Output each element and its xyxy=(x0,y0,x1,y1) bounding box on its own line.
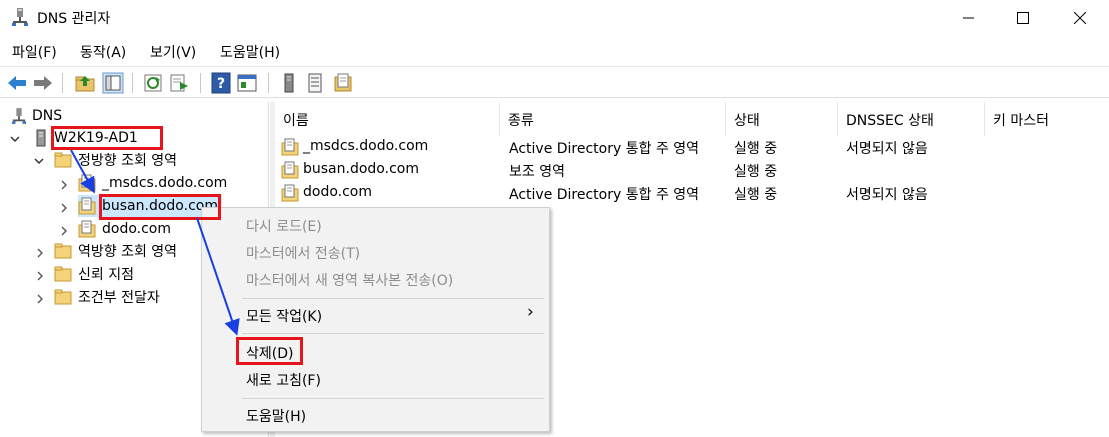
server-icon[interactable] xyxy=(278,72,300,94)
cell-dnssec: 서명되지 않음 xyxy=(846,141,928,157)
menu-item-reload[interactable]: 다시 로드(E) xyxy=(246,216,322,236)
menu-item-help[interactable]: 도움말(H) xyxy=(246,406,306,426)
menu-separator xyxy=(242,333,544,334)
tree-item-dns[interactable]: DNS xyxy=(12,105,62,127)
dns-icon xyxy=(12,108,26,124)
tree-item-zone[interactable]: dodo.com xyxy=(78,218,171,240)
table-row[interactable]: _msdcs.dodo.com Active Directory 통합 주 영역… xyxy=(275,136,1109,159)
table-row[interactable]: dodo.com Active Directory 통합 주 영역 실행 중 서… xyxy=(275,182,1109,205)
minimize-button[interactable] xyxy=(946,0,992,36)
zone-icon xyxy=(78,197,96,215)
chevron-right-icon[interactable] xyxy=(58,202,70,214)
window-title: DNS 관리자 xyxy=(37,11,111,27)
tree-label: _msdcs.dodo.com xyxy=(102,175,228,191)
cell-type: 보조 영역 xyxy=(509,164,565,180)
zone-icon xyxy=(281,184,299,202)
cell-status: 실행 중 xyxy=(734,164,778,180)
minimize-icon xyxy=(963,17,974,19)
chevron-right-icon[interactable] xyxy=(58,225,70,237)
refresh-icon[interactable] xyxy=(142,72,164,94)
folder-icon xyxy=(54,266,72,282)
svg-text:?: ? xyxy=(217,76,225,92)
toolbar-separator xyxy=(200,73,201,93)
close-icon xyxy=(1074,12,1086,24)
show-hide-tree-icon[interactable] xyxy=(102,72,124,94)
zone-icon xyxy=(78,174,96,192)
tree-item-reverse-lookup-zones[interactable]: 역방향 조회 영역 xyxy=(54,240,177,262)
cell-dnssec: 서명되지 않음 xyxy=(846,187,928,203)
tree-item-zone[interactable]: _msdcs.dodo.com xyxy=(78,172,227,194)
zone-icon xyxy=(281,161,299,179)
toolbar-separator xyxy=(132,73,133,93)
tree-label: DNS xyxy=(32,108,63,124)
tree-item-forward-lookup-zones[interactable]: 정방향 조회 영역 xyxy=(54,149,177,171)
cell-name: busan.dodo.com xyxy=(303,161,419,177)
chevron-right-icon[interactable] xyxy=(58,179,70,191)
chevron-down-icon[interactable] xyxy=(9,133,21,145)
help-icon[interactable]: ? xyxy=(210,72,232,94)
menu-file[interactable]: 파일(F) xyxy=(12,42,57,62)
menu-help[interactable]: 도움말(H) xyxy=(220,42,280,62)
table-row[interactable]: busan.dodo.com 보조 영역 실행 중 xyxy=(275,159,1109,182)
tree-label: dodo.com xyxy=(102,221,172,237)
maximize-icon xyxy=(1017,12,1029,24)
chevron-right-icon[interactable] xyxy=(34,247,46,259)
menu-item-all-tasks[interactable]: 모든 작업(K) xyxy=(246,306,322,326)
title-bar: DNS 관리자 xyxy=(0,0,1109,36)
forward-arrow-icon[interactable] xyxy=(32,72,54,94)
menu-item-transfer-new-copy[interactable]: 마스터에서 새 영역 복사본 전송(O) xyxy=(246,270,453,290)
tree-label: 신뢰 지점 xyxy=(78,267,134,283)
chevron-down-icon[interactable] xyxy=(33,155,45,167)
cell-name: _msdcs.dodo.com xyxy=(303,138,429,154)
up-folder-icon[interactable] xyxy=(74,72,96,94)
menu-item-transfer-from-master[interactable]: 마스터에서 전송(T) xyxy=(246,243,360,263)
menu-separator xyxy=(242,398,544,399)
submenu-arrow-icon: › xyxy=(527,302,534,322)
highlight-box-delete xyxy=(236,337,303,365)
properties-icon[interactable] xyxy=(236,72,258,94)
tree-item-trust-points[interactable]: 신뢰 지점 xyxy=(54,263,134,285)
server-icon xyxy=(36,129,46,147)
close-button[interactable] xyxy=(1057,0,1103,36)
column-header-dnssec[interactable]: DNSSEC 상태 xyxy=(838,102,985,136)
context-menu: 다시 로드(E) 마스터에서 전송(T) 마스터에서 새 영역 복사본 전송(O… xyxy=(201,207,550,432)
toolbar-separator xyxy=(268,73,269,93)
tree-item-conditional-forwarders[interactable]: 조건부 전달자 xyxy=(54,286,160,308)
zone-icon[interactable] xyxy=(332,72,354,94)
folder-icon xyxy=(54,152,72,168)
menu-separator xyxy=(242,298,544,299)
tree-label: 조건부 전달자 xyxy=(78,290,160,306)
dns-manager-icon xyxy=(12,8,28,26)
highlight-box-server xyxy=(51,126,163,150)
cell-type: Active Directory 통합 주 영역 xyxy=(509,141,700,157)
folder-icon xyxy=(54,243,72,259)
toolbar: ? xyxy=(0,66,1109,98)
export-list-icon[interactable] xyxy=(168,72,190,94)
chevron-right-icon[interactable] xyxy=(34,270,46,282)
menu-view[interactable]: 보기(V) xyxy=(150,42,196,62)
zone-icon xyxy=(281,138,299,156)
menu-action[interactable]: 동작(A) xyxy=(80,42,126,62)
highlight-box-zone xyxy=(99,194,221,220)
menu-item-refresh[interactable]: 새로 고침(F) xyxy=(246,370,321,390)
column-header-type[interactable]: 종류 xyxy=(500,102,726,136)
list-icon[interactable] xyxy=(304,72,326,94)
cell-status: 실행 중 xyxy=(734,187,778,203)
column-header-name[interactable]: 이름 xyxy=(275,102,500,136)
back-arrow-icon[interactable] xyxy=(6,72,28,94)
cell-name: dodo.com xyxy=(303,184,373,200)
tree-label: 정방향 조회 영역 xyxy=(78,153,178,169)
folder-icon xyxy=(54,289,72,305)
cell-status: 실행 중 xyxy=(734,141,778,157)
toolbar-separator xyxy=(62,73,63,93)
menu-bar: 파일(F) 동작(A) 보기(V) 도움말(H) xyxy=(0,38,1109,64)
column-header-key-master[interactable]: 키 마스터 xyxy=(985,102,1109,136)
tree-label: 역방향 조회 영역 xyxy=(78,244,178,260)
chevron-right-icon[interactable] xyxy=(34,293,46,305)
column-header-status[interactable]: 상태 xyxy=(726,102,838,136)
maximize-button[interactable] xyxy=(1000,0,1046,36)
cell-type: Active Directory 통합 주 영역 xyxy=(509,187,700,203)
zone-icon xyxy=(78,220,96,238)
